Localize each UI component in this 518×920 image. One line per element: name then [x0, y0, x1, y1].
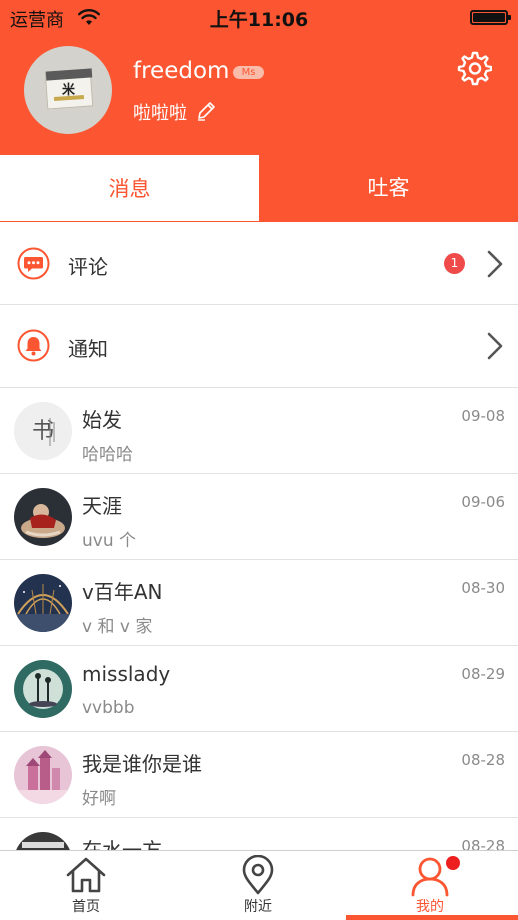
edit-pencil-icon[interactable] [195, 100, 217, 126]
message-date: 09-08 [461, 407, 505, 425]
message-sender: v百年AN [82, 580, 163, 604]
message-sender: 始发 [82, 408, 122, 432]
message-date: 08-30 [461, 579, 505, 597]
tabbar-nearby-label: 附近 [244, 899, 272, 915]
tabbar-home[interactable]: 首页 [0, 851, 172, 920]
comment-icon [17, 247, 50, 280]
message-date: 08-28 [461, 751, 505, 769]
status-bar: 运营商 上午11:06 [0, 0, 518, 34]
profile-avatar[interactable]: 米 [24, 46, 112, 134]
message-preview: 哈哈哈 [82, 445, 133, 465]
comments-row[interactable]: 评论 1 [0, 223, 518, 305]
notification-dot [446, 856, 460, 870]
message-avatar [14, 488, 72, 546]
message-avatar: 书 [14, 402, 72, 460]
message-sender: 天涯 [82, 494, 122, 518]
message-avatar [14, 660, 72, 718]
message-avatar [14, 746, 72, 804]
settings-gear-icon[interactable] [456, 50, 493, 90]
user-icon [344, 855, 516, 901]
tabbar-home-label: 首页 [72, 899, 100, 915]
bottom-tab-bar: 首页 附近 我的 [0, 850, 518, 920]
message-avatar [14, 574, 72, 632]
active-tab-indicator [346, 915, 518, 920]
profile-signature: 啦啦啦 [133, 103, 187, 124]
message-preview: 好啊 [82, 789, 116, 809]
notices-label: 通知 [68, 337, 108, 361]
message-preview: uvu 个 [82, 531, 137, 551]
status-time: 上午11:06 [209, 9, 309, 31]
notices-row[interactable]: 通知 [0, 305, 518, 388]
message-sender: misslady [82, 662, 171, 686]
message-date: 08-29 [461, 665, 505, 683]
location-pin-icon [172, 854, 344, 901]
message-preview: v 和 v 家 [82, 617, 153, 637]
comments-count-badge: 1 [444, 253, 465, 274]
svg-text:书: 书 [32, 419, 54, 444]
message-preview: vvbbb [82, 698, 135, 718]
message-row[interactable]: 我是谁你是谁 好啊 08-28 [0, 732, 518, 818]
bell-icon [17, 329, 50, 362]
message-date: 09-06 [461, 493, 505, 511]
tabbar-nearby[interactable]: 附近 [172, 851, 344, 920]
tabbar-mine-label: 我的 [416, 899, 444, 915]
tabbar-mine[interactable]: 我的 [344, 851, 516, 920]
message-row[interactable]: misslady vvbbb 08-29 [0, 646, 518, 732]
segment-tabs: 消息 吐客 [0, 154, 518, 222]
profile-username: freedom [133, 58, 230, 84]
message-row[interactable]: v百年AN v 和 v 家 08-30 [0, 560, 518, 646]
tab-messages[interactable]: 消息 [0, 154, 259, 221]
home-icon [0, 855, 172, 899]
message-row[interactable]: 天涯 uvu 个 09-06 [0, 474, 518, 560]
tab-tuke[interactable]: 吐客 [259, 154, 518, 221]
comments-label: 评论 [68, 255, 108, 279]
battery-icon [470, 10, 511, 25]
chevron-right-icon [486, 250, 504, 282]
message-row[interactable]: 书 始发 哈哈哈 09-08 [0, 388, 518, 474]
profile-header: 运营商 上午11:06 米 freedom Ms 啦啦啦 [0, 0, 518, 154]
message-sender: 我是谁你是谁 [82, 752, 202, 776]
chevron-right-icon [486, 332, 504, 364]
level-badge: Ms [233, 66, 264, 79]
